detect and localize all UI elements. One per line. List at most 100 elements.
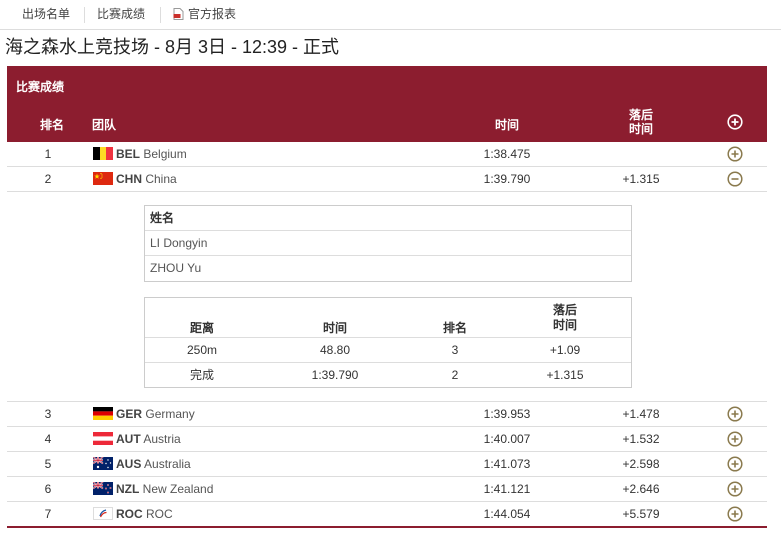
panel-title: 比赛成绩	[16, 80, 65, 94]
expand-row-plus-circle-icon[interactable]	[727, 456, 743, 472]
behind-cell: +1.532	[622, 432, 660, 446]
result-row-aut: 4 AUT Austria 1:40.007 +1.532	[7, 427, 767, 452]
team-cell: BEL Belgium	[93, 142, 187, 166]
team-code: NZL	[116, 482, 140, 496]
column-header-rank: 排名	[39, 118, 64, 132]
result-row-ger: 3 GER Germany 1:39.953 +1.478	[7, 402, 767, 427]
splits-header-distance: 距离	[189, 321, 214, 335]
time-cell: 1:38.475	[483, 147, 531, 161]
behind-cell: +5.579	[622, 507, 660, 521]
table-bottom-border	[7, 526, 767, 528]
aus-flag-icon	[93, 457, 113, 470]
team-name: Belgium	[143, 147, 187, 161]
results-panel: 比赛成绩 排名 团队 时间 落后 时间 1 BEL Belgium 1:38.4…	[7, 66, 767, 528]
splits-header-time: 时间	[322, 321, 347, 335]
behind-cell: +2.598	[622, 457, 660, 471]
result-row-roc: 7 ROC ROC 1:44.054 +5.579	[7, 502, 767, 527]
expand-row-plus-circle-icon[interactable]	[727, 506, 743, 522]
split-rank: 2	[451, 368, 459, 382]
tab-official-report[interactable]: 官方报表	[173, 0, 236, 29]
expand-row-plus-circle-icon[interactable]	[727, 146, 743, 162]
results-header: 比赛成绩 排名 团队 时间 落后 时间	[7, 66, 767, 142]
splits-table: 距离 时间 排名 落后 时间 250m 48.80 3 +1.09 完成 1:3…	[144, 297, 632, 388]
result-row-bel: 1 BEL Belgium 1:38.475	[7, 142, 767, 167]
splits-header-rank: 排名	[442, 321, 467, 335]
nzl-flag-icon	[93, 482, 113, 495]
roc-flag-icon	[93, 507, 113, 520]
team-cell: NZL New Zealand	[93, 477, 213, 501]
tab-bar: 出场名单 比赛成绩 官方报表	[0, 0, 781, 30]
split-behind: +1.315	[546, 368, 584, 382]
rank-cell: 1	[44, 147, 52, 161]
result-row-nzl: 6 NZL New Zealand 1:41.121 +2.646	[7, 477, 767, 502]
behind-cell: +1.315	[622, 172, 660, 186]
team-code: GER	[116, 407, 143, 421]
team-cell: ROC ROC	[93, 502, 173, 526]
column-header-behind-line2: 时间	[628, 122, 653, 136]
splits-header: 距离 时间 排名 落后 时间	[145, 298, 631, 338]
member-row: LI Dongyin	[145, 231, 631, 256]
split-behind: +1.09	[549, 343, 581, 357]
rank-cell: 2	[44, 172, 52, 186]
team-name: Germany	[145, 407, 195, 421]
member-row: ZHOU Yu	[150, 261, 202, 275]
team-code: BEL	[116, 147, 140, 161]
team-name: ROC	[146, 507, 173, 521]
tab-results[interactable]: 比赛成绩	[97, 0, 145, 29]
expand-row-plus-circle-icon[interactable]	[727, 431, 743, 447]
split-time: 1:39.790	[311, 368, 359, 382]
tab-official-report-label: 官方报表	[188, 7, 237, 21]
aut-flag-icon	[93, 432, 113, 445]
time-cell: 1:41.121	[483, 482, 531, 496]
team-cell: CHN China	[93, 167, 177, 191]
team-name: Australia	[144, 457, 191, 471]
team-cell: AUT Austria	[93, 427, 181, 451]
time-cell: 1:44.054	[483, 507, 531, 521]
split-rank: 3	[451, 343, 459, 357]
page-title: 海之森水上竞技场 - 8月 3日 - 12:39 - 正式	[5, 37, 340, 57]
split-row: 完成 1:39.790 2 +1.315	[145, 363, 631, 388]
team-name: New Zealand	[142, 482, 214, 496]
time-cell: 1:39.953	[483, 407, 531, 421]
time-cell: 1:40.007	[483, 432, 531, 446]
rank-cell: 5	[44, 457, 52, 471]
rank-cell: 6	[44, 482, 52, 496]
time-cell: 1:41.073	[483, 457, 531, 471]
column-header-team: 团队	[92, 118, 117, 132]
splits-header-behind-line1: 落后	[552, 303, 577, 317]
team-code: CHN	[116, 172, 142, 186]
expand-row-plus-circle-icon[interactable]	[727, 481, 743, 497]
pdf-icon	[173, 8, 184, 20]
members-table: 姓名 LI Dongyin ZHOU Yu	[144, 205, 632, 282]
team-name: Austria	[143, 432, 181, 446]
tab-divider	[160, 7, 161, 23]
collapse-row-minus-circle-icon[interactable]	[727, 171, 743, 187]
time-cell: 1:39.790	[483, 172, 531, 186]
splits-header-behind-line2: 时间	[552, 318, 577, 332]
result-row-aus: 5 AUS Australia 1:41.073 +2.598	[7, 452, 767, 477]
split-row: 250m 48.80 3 +1.09	[145, 338, 631, 363]
behind-cell: +2.646	[622, 482, 660, 496]
column-header-time: 时间	[494, 118, 519, 132]
behind-cell: +1.478	[622, 407, 660, 421]
column-header-behind-line1: 落后	[628, 108, 653, 122]
split-distance: 完成	[189, 368, 214, 382]
team-details: 姓名 LI Dongyin ZHOU Yu 距离 时间 排名 落后 时间 250…	[7, 192, 767, 402]
splits-header-behind: 落后 时间	[530, 303, 600, 333]
split-distance: 250m	[186, 343, 218, 357]
team-code: ROC	[116, 507, 143, 521]
team-code: AUS	[116, 457, 142, 471]
expand-row-plus-circle-icon[interactable]	[727, 406, 743, 422]
tab-divider	[84, 7, 85, 23]
tab-start-list[interactable]: 出场名单	[22, 0, 70, 29]
team-cell: AUS Australia	[93, 452, 191, 476]
expand-all-plus-circle-icon[interactable]	[727, 114, 743, 130]
rank-cell: 4	[44, 432, 52, 446]
team-name: China	[145, 172, 177, 186]
result-row-chn: 2 CHN China 1:39.790 +1.315	[7, 167, 767, 192]
chn-flag-icon	[93, 172, 113, 185]
members-header: 姓名	[145, 206, 631, 231]
rank-cell: 3	[44, 407, 52, 421]
team-code: AUT	[116, 432, 141, 446]
ger-flag-icon	[93, 407, 113, 420]
